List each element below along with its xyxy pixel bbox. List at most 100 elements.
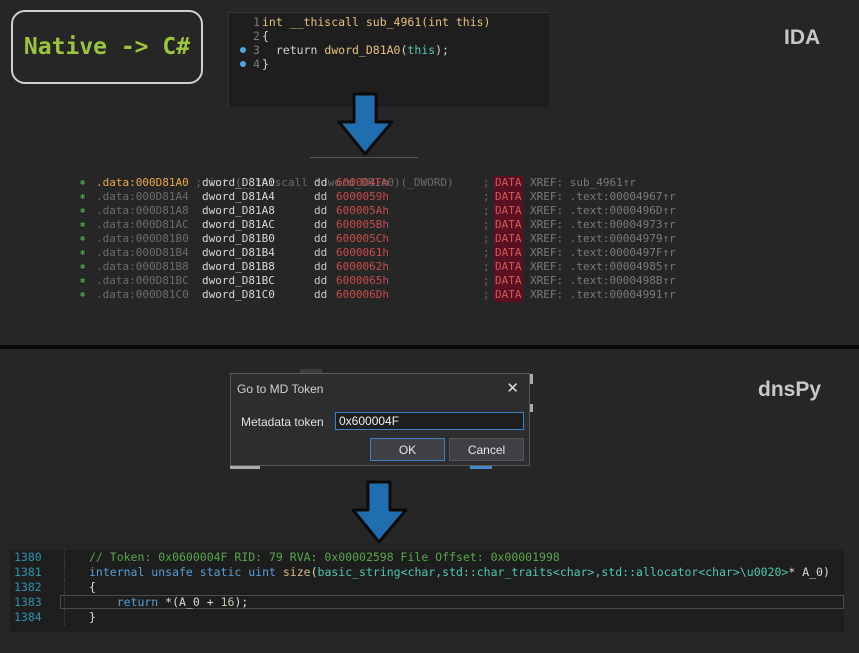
- listing-address: .data:000D81A0: [96, 176, 189, 189]
- metadata-token-label: Metadata token: [241, 415, 324, 429]
- listing-op: dd: [314, 274, 328, 287]
- code-line[interactable]: 1381 internal unsafe static uint size(bas…: [10, 565, 844, 580]
- listing-xref[interactable]: XREF: .text:00004973↑r: [530, 218, 676, 232]
- listing-semicolon: ;: [483, 274, 490, 287]
- pseudocode-line[interactable]: 2{: [229, 29, 549, 43]
- dialog-title: Go to MD Token: [237, 382, 324, 396]
- listing-row[interactable]: ✱ .data:000D81B0 dword_D81B0 dd 600005Ch; DAT…: [80, 232, 686, 246]
- listing-op: dd: [314, 204, 328, 217]
- listing-op: dd: [314, 260, 328, 273]
- line-number: 1381: [14, 565, 42, 579]
- metadata-token-input[interactable]: 0x600004F: [335, 412, 524, 430]
- code-token: }: [89, 610, 96, 624]
- code-line[interactable]: 1384}: [10, 610, 844, 625]
- code-line[interactable]: 1383 return *(A_0 + 16);: [10, 595, 844, 610]
- listing-name[interactable]: dword_D81A0: [202, 176, 275, 190]
- listing-name[interactable]: dword_D81BC: [202, 274, 275, 288]
- code-token: *: [788, 565, 803, 579]
- indent-guide: [64, 610, 65, 625]
- listing-op: dd: [314, 218, 328, 231]
- listing-xref[interactable]: XREF: .text:0000498B↑r: [530, 274, 676, 288]
- breakpoint-dot-icon: [240, 47, 246, 53]
- breakpoint-dot-icon: [240, 61, 246, 67]
- ida-data-listing[interactable]: .data:000D81A0 ; int (__thiscall *dword_…: [80, 162, 686, 310]
- listing-row[interactable]: ✱ .data:000D81B4 dword_D81B4 dd 6000061h; DAT…: [80, 246, 686, 260]
- code-token: return: [262, 43, 325, 57]
- ida-label: IDA: [784, 26, 821, 49]
- listing-address: .data:000D81A4: [96, 190, 189, 203]
- listing-xref[interactable]: XREF: .text:0000496D↑r: [530, 204, 676, 218]
- data-tag: DATA: [494, 176, 523, 190]
- listing-xref[interactable]: XREF: .text:00004991↑r: [530, 288, 676, 302]
- line-number: 1: [253, 15, 260, 29]
- listing-semicolon: ;: [483, 288, 490, 301]
- listing-name[interactable]: dword_D81B8: [202, 260, 275, 274]
- data-tag: DATA: [494, 260, 523, 274]
- listing-xref[interactable]: XREF: sub_4961↑r: [530, 176, 636, 190]
- xref-marker-icon: ✱: [80, 248, 86, 258]
- code-token: (: [310, 565, 318, 579]
- listing-value: 6000061h: [336, 246, 389, 259]
- listing-row[interactable]: ✱ .data:000D81A8 dword_D81A8 dd 600005Ah; DAT…: [80, 204, 686, 218]
- listing-address: .data:000D81B4: [96, 246, 189, 259]
- data-tag: DATA: [494, 288, 523, 302]
- listing-row[interactable]: ✱ .data:000D81A0 dword_D81A0 dd 600004Fh; DAT…: [80, 176, 686, 190]
- listing-op: dd: [314, 176, 328, 189]
- data-tag: DATA: [494, 246, 523, 260]
- code-token: {: [262, 29, 269, 43]
- listing-value: 600005Ah: [336, 204, 389, 217]
- listing-row[interactable]: ✱ .data:000D81A4 dword_D81A4 dd 6000059h; DAT…: [80, 190, 686, 204]
- listing-name[interactable]: dword_D81B4: [202, 246, 275, 260]
- listing-value: 6000065h: [336, 274, 389, 287]
- ida-panel: Native -> C# IDA 1 int __thiscall sub_496…: [0, 0, 859, 345]
- code-token: ): [822, 565, 830, 579]
- data-tag: DATA: [494, 190, 523, 204]
- listing-row[interactable]: ✱ .data:000D81AC dword_D81AC dd 600005Bh; DAT…: [80, 218, 686, 232]
- code-token: this: [407, 43, 436, 57]
- code-token: A_0: [802, 565, 823, 579]
- code-text: internal unsafe static uint size(basic_s…: [89, 565, 830, 580]
- pseudocode-line[interactable]: 4}: [229, 57, 549, 71]
- code-text: }: [89, 610, 96, 625]
- listing-xref[interactable]: XREF: .text:0000497F↑r: [530, 246, 676, 260]
- listing-name[interactable]: dword_D81A4: [202, 190, 275, 204]
- listing-name[interactable]: dword_D81B0: [202, 232, 275, 246]
- listing-name[interactable]: dword_D81AC: [202, 218, 275, 232]
- go-to-md-token-dialog: Go to MD Token ✕ Metadata token 0x600004…: [230, 373, 530, 466]
- listing-xref[interactable]: XREF: .text:00004979↑r: [530, 232, 676, 246]
- data-tag: DATA: [494, 218, 523, 232]
- code-token: internal unsafe static uint: [89, 565, 283, 579]
- listing-name[interactable]: dword_D81C0: [202, 288, 275, 302]
- listing-row[interactable]: ✱ .data:000D81BC dword_D81BC dd 6000065h; DAT…: [80, 274, 686, 288]
- pseudocode-line[interactable]: 1 int __thiscall sub_4961(int this): [229, 15, 549, 29]
- dnspy-code-view[interactable]: 1380 // Token: 0x0600004F RID: 79 RVA: 0x…: [10, 550, 844, 628]
- code-line[interactable]: 1382 {: [10, 580, 844, 595]
- code-text: // Token: 0x0600004F RID: 79 RVA: 0x0000…: [89, 550, 560, 565]
- listing-xref[interactable]: XREF: .text:00004985↑r: [530, 260, 676, 274]
- listing-value: 6000059h: [336, 190, 389, 203]
- code-token: // Token: 0x0600004F RID: 79 RVA: 0x0000…: [89, 550, 560, 564]
- code-token: size: [282, 565, 311, 579]
- dialog-titlebar[interactable]: Go to MD Token ✕: [231, 374, 529, 404]
- line-number: 3: [253, 43, 260, 57]
- xref-marker-icon: ✱: [80, 276, 86, 286]
- pseudocode-text: return dword_D81A0(this);: [262, 43, 449, 57]
- listing-row[interactable]: ✱ .data:000D81B8 dword_D81B8 dd 6000062h; DAT…: [80, 260, 686, 274]
- listing-value: 600005Bh: [336, 218, 389, 231]
- native-to-csharp-badge: Native -> C#: [11, 10, 203, 84]
- data-tag: DATA: [494, 274, 523, 288]
- xref-marker-icon: ✱: [80, 262, 86, 272]
- listing-comment-row: .data:000D81A0 ; int (__thiscall *dword_…: [86, 162, 686, 189]
- pseudocode-line[interactable]: 3 return dword_D81A0(this);: [229, 43, 549, 57]
- code-token: 16: [220, 595, 235, 609]
- listing-name[interactable]: dword_D81A8: [202, 204, 275, 218]
- listing-xref[interactable]: XREF: .text:00004967↑r: [530, 190, 676, 204]
- code-line[interactable]: 1380 // Token: 0x0600004F RID: 79 RVA: 0x…: [10, 550, 844, 565]
- listing-row[interactable]: ✱ .data:000D81C0 dword_D81C0 dd 600006Dh; DAT…: [80, 288, 686, 302]
- background-editor-fragment: [230, 466, 260, 469]
- close-icon[interactable]: ✕: [506, 379, 519, 397]
- ok-button[interactable]: OK: [370, 438, 445, 461]
- listing-address: .data:000D81A8: [96, 204, 189, 217]
- listing-semicolon: ;: [483, 204, 490, 217]
- cancel-button[interactable]: Cancel: [449, 438, 524, 461]
